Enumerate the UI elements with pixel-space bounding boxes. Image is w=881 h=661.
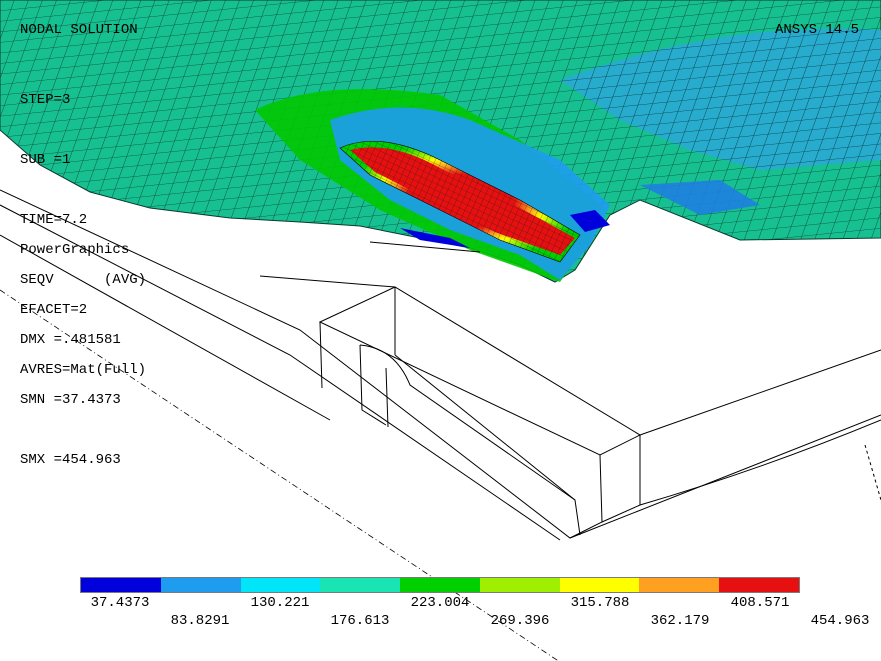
efacet-label: EFACET=2	[20, 302, 88, 318]
legend-swatch	[559, 578, 640, 592]
smx-label: SMX =454.963	[20, 452, 121, 468]
legend-swatch	[240, 578, 321, 592]
legend-swatch	[719, 578, 800, 592]
legend-value: 176.613	[330, 613, 390, 629]
legend-swatch	[320, 578, 401, 592]
legend-swatch	[160, 578, 241, 592]
step-label: STEP=3	[20, 92, 71, 108]
legend-value: 269.396	[490, 613, 550, 629]
legend-value: 223.004	[410, 595, 470, 611]
legend-swatch	[639, 578, 720, 592]
legend-value: 362.179	[650, 613, 710, 629]
legend-value: 315.788	[570, 595, 630, 611]
legend-value: 37.4373	[90, 595, 150, 611]
plot-title: NODAL SOLUTION	[20, 22, 138, 38]
avres-label: AVRES=Mat(Full)	[20, 362, 147, 378]
legend-value: 130.221	[250, 595, 310, 611]
legend-value: 454.963	[810, 613, 870, 629]
graphics-mode-label: PowerGraphics	[20, 242, 130, 258]
version-label: ANSYS 14.5	[774, 22, 859, 38]
graphics-settings: PowerGraphics EFACET=2 AVRES=Mat(Full)	[20, 200, 146, 420]
graphics-viewport[interactable]: NODAL SOLUTION ANSYS 14.5 STEP=3 SUB =1 …	[0, 0, 881, 661]
legend-swatch	[400, 578, 480, 592]
contour-legend	[80, 577, 800, 593]
legend-value: 408.571	[730, 595, 790, 611]
legend-swatch	[81, 578, 161, 592]
legend-value: 83.8291	[170, 613, 230, 629]
legend-swatch	[479, 578, 560, 592]
substep-label: SUB =1	[20, 152, 71, 168]
